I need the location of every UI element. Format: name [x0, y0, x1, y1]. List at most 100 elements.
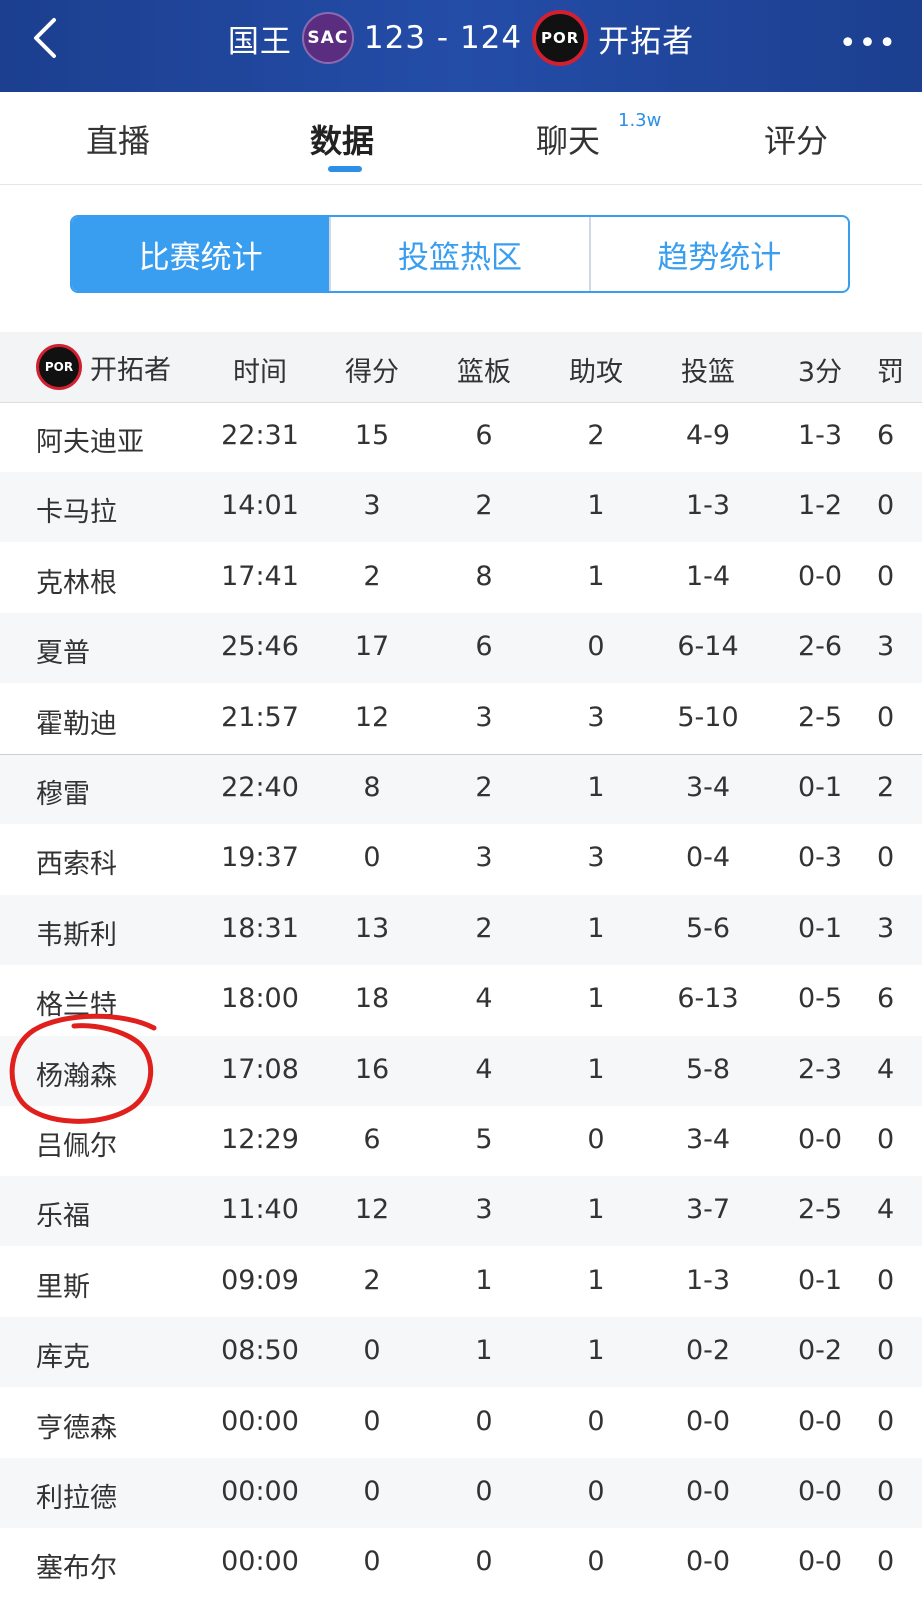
stat-cell: 6-14: [677, 631, 739, 663]
stat-cell: 6: [363, 1124, 381, 1155]
column-header-time[interactable]: 时间: [205, 350, 315, 389]
stat-cell: 00:00: [221, 1405, 299, 1437]
main-tabs: 直播 数据 聊天 1.3w 评分: [0, 92, 922, 185]
column-header-ft[interactable]: 罚: [877, 350, 922, 389]
column-header-3pt[interactable]: 3分: [765, 350, 875, 389]
stat-cell: 6: [877, 420, 895, 451]
player-name: 卡马拉: [36, 497, 117, 529]
stat-cell: 0: [587, 1405, 605, 1437]
stat-cell: 2: [877, 772, 895, 803]
stat-cell: 3-4: [685, 772, 731, 803]
player-name: 塞布尔: [36, 1553, 117, 1585]
stat-cell: 1: [587, 1335, 605, 1367]
more-options-icon[interactable]: •••: [839, 26, 898, 61]
stat-cell: 19:37: [221, 842, 299, 874]
table-row[interactable]: 里斯 09:09 2 1 1 1-3 0-1 0: [0, 1247, 922, 1317]
player-name: 穆雷: [36, 779, 90, 810]
stat-cell: 2: [587, 420, 605, 451]
table-row[interactable]: 乐福 11:40 12 3 1 3-7 2-5 4: [0, 1176, 922, 1247]
stat-cell: 1-3: [797, 420, 843, 451]
table-row[interactable]: 塞布尔 00:00 0 0 0 0-0 0-0 0: [0, 1528, 922, 1598]
score: 123 - 124: [363, 20, 523, 56]
column-header-points[interactable]: 得分: [317, 350, 427, 389]
table-row[interactable]: 霍勒迪 21:57 12 3 3 5-10 2-5 0: [0, 684, 922, 754]
stat-cell: 0: [877, 1476, 895, 1507]
column-header-fg[interactable]: 投篮: [653, 350, 763, 389]
stat-cell: 11:40: [221, 1194, 299, 1226]
stat-cell: 2-6: [797, 631, 843, 663]
table-row[interactable]: 克林根 17:41 2 8 1 1-4 0-0 0: [0, 543, 922, 613]
stat-cell: 3: [587, 701, 605, 733]
player-name: 杨瀚森: [36, 1060, 117, 1092]
stat-cell: 2-5: [797, 1194, 843, 1226]
stat-cell: 0: [587, 1476, 605, 1507]
stat-cell: 5-10: [677, 701, 739, 733]
table-row[interactable]: 库克 08:50 0 1 1 0-2 0-2 0: [0, 1317, 922, 1388]
stat-cell: 12: [354, 701, 390, 733]
player-name: 里斯: [36, 1271, 90, 1303]
stat-cell: 1: [475, 1335, 493, 1367]
stat-cell: 0-4: [685, 842, 731, 874]
stat-cell: 2-5: [797, 701, 843, 733]
stat-cell: 2: [363, 1264, 381, 1296]
table-row[interactable]: 韦斯利 18:31 13 2 1 5-6 0-1 3: [0, 894, 922, 965]
player-name: 库克: [36, 1342, 90, 1374]
player-name: 乐福: [36, 1201, 90, 1233]
stat-cell: 0-0: [797, 1546, 843, 1578]
table-row[interactable]: 杨瀚森 17:08 16 4 1 5-8 2-3 4: [0, 1035, 922, 1106]
stat-cell: 4: [877, 1194, 895, 1226]
stat-cell: 3: [877, 631, 895, 663]
stat-cell: 0: [587, 1546, 605, 1578]
column-header-rebounds[interactable]: 篮板: [429, 350, 539, 389]
stat-cell: 6-13: [677, 983, 739, 1015]
stat-cell: 3: [363, 490, 381, 522]
table-row[interactable]: 西索科 19:37 0 3 3 0-4 0-3 0: [0, 824, 922, 894]
player-name: 韦斯利: [36, 919, 117, 951]
tab-rating[interactable]: 评分: [764, 116, 828, 162]
stat-cell: 5: [475, 1124, 493, 1155]
away-team-name: 开拓者: [598, 23, 695, 60]
segment-shot-chart[interactable]: 投篮热区: [329, 217, 588, 291]
tab-chat[interactable]: 聊天 1.3w: [536, 110, 661, 162]
stat-cell: 2: [475, 772, 493, 803]
table-row[interactable]: 亨德森 00:00 0 0 0 0-0 0-0 0: [0, 1388, 922, 1458]
player-name: 夏普: [36, 638, 90, 670]
stat-cell: 00:00: [221, 1476, 299, 1507]
table-row[interactable]: 利拉德 00:00 0 0 0 0-0 0-0 0: [0, 1458, 922, 1528]
stat-cell: 0: [877, 560, 895, 592]
table-row[interactable]: 卡马拉 14:01 3 2 1 1-3 1-2 0: [0, 472, 922, 543]
stat-cell: 0-2: [797, 1335, 843, 1367]
stat-cell: 1: [475, 1264, 493, 1296]
stat-cell: 0: [587, 631, 605, 663]
table-row[interactable]: 穆雷 22:40 8 2 1 3-4 0-1 2: [0, 754, 922, 824]
stat-cell: 0-0: [685, 1546, 731, 1578]
por-logo-icon: POR: [36, 344, 82, 390]
stat-cell: 1-3: [685, 1264, 731, 1296]
stat-cell: 14:01: [221, 490, 299, 522]
stat-cell: 3: [587, 842, 605, 874]
starters-bench-divider: [0, 754, 922, 755]
stat-cell: 0: [587, 1124, 605, 1155]
stat-cell: 2: [475, 490, 493, 522]
player-name: 西索科: [36, 849, 117, 881]
tab-data[interactable]: 数据: [310, 116, 374, 162]
stat-cell: 0: [475, 1546, 493, 1578]
stat-cell: 0-1: [797, 912, 843, 944]
table-row[interactable]: 格兰特 18:00 18 4 1 6-13 0-5 6: [0, 965, 922, 1035]
stat-cell: 3: [475, 1194, 493, 1226]
stat-cell: 8: [363, 772, 381, 803]
stat-cell: 12:29: [221, 1124, 299, 1155]
segment-game-stats[interactable]: 比赛统计: [72, 217, 330, 291]
stat-cell: 0-0: [797, 1405, 843, 1437]
player-name: 霍勒迪: [36, 708, 117, 740]
table-row[interactable]: 吕佩尔 12:29 6 5 0 3-4 0-0 0: [0, 1106, 922, 1176]
tab-live[interactable]: 直播: [86, 116, 150, 162]
table-row[interactable]: 阿夫迪亚 22:31 15 6 2 4-9 1-3 6: [0, 402, 922, 472]
stat-cell: 4-9: [685, 420, 731, 451]
stat-cell: 1: [587, 560, 605, 592]
segment-trend-stats[interactable]: 趋势统计: [588, 217, 848, 291]
por-logo-icon: POR: [532, 10, 589, 66]
stat-cell: 1: [587, 912, 605, 944]
column-header-assists[interactable]: 助攻: [541, 350, 651, 389]
table-row[interactable]: 夏普 25:46 17 6 0 6-14 2-6 3: [0, 613, 922, 684]
